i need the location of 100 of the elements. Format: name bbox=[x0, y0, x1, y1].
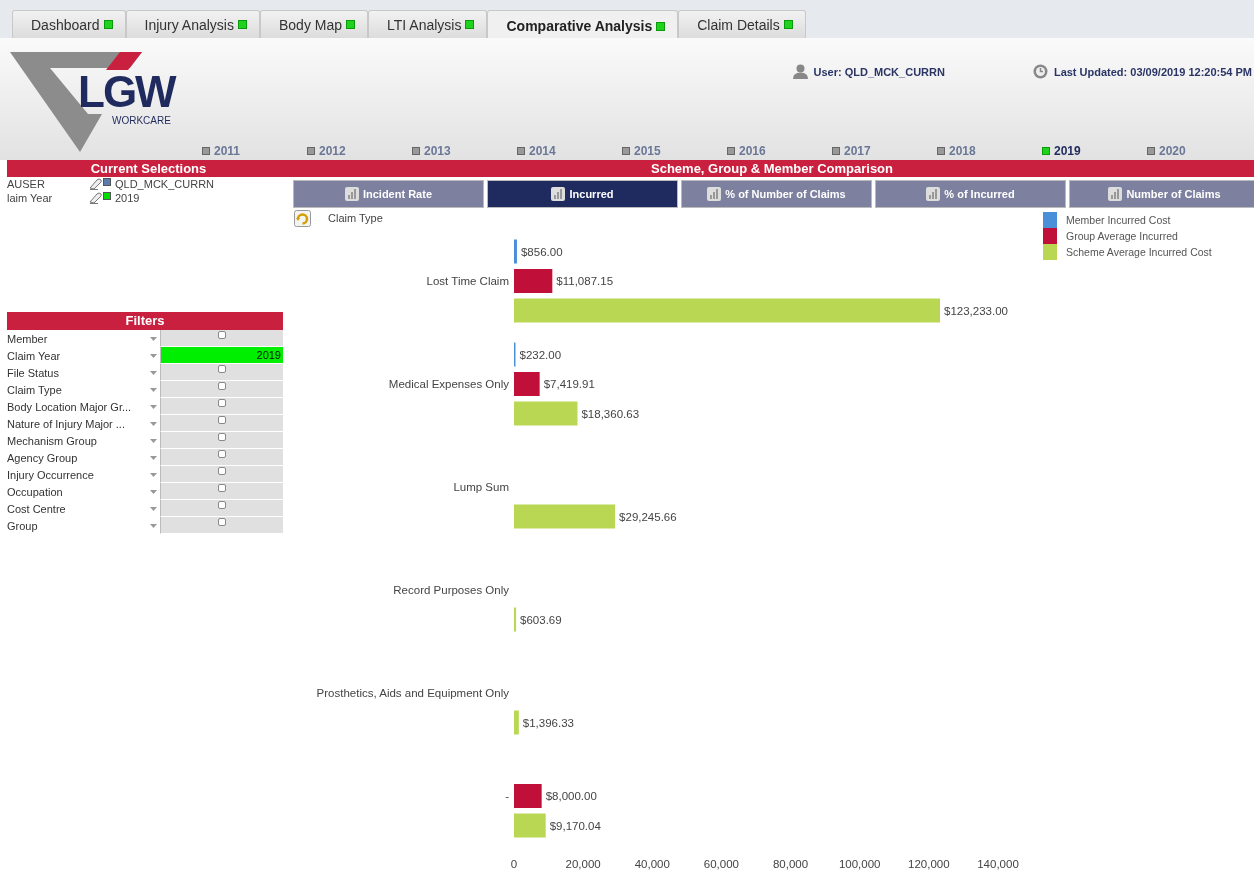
dropdown-arrow-icon[interactable] bbox=[150, 523, 157, 528]
sheet-tab[interactable]: Dashboard bbox=[12, 10, 126, 38]
dropdown-arrow-icon[interactable] bbox=[150, 370, 157, 375]
chart-tab[interactable]: % of Number of Claims bbox=[681, 180, 872, 208]
filter-value-field[interactable] bbox=[160, 330, 283, 347]
dropdown-arrow-icon[interactable] bbox=[150, 455, 157, 460]
bar-chart-icon bbox=[926, 187, 941, 201]
dropdown-arrow-icon[interactable] bbox=[150, 506, 157, 511]
filter-label: File Status bbox=[7, 366, 60, 379]
year-selector[interactable]: 2012 bbox=[307, 144, 412, 158]
filter-value-field[interactable] bbox=[160, 449, 283, 466]
checkbox-icon[interactable] bbox=[218, 399, 226, 407]
category-label: - bbox=[505, 790, 509, 802]
filter-label: Claim Year bbox=[7, 349, 62, 362]
sheet-tab[interactable]: Claim Details bbox=[678, 10, 806, 38]
year-selector[interactable]: 2015 bbox=[622, 144, 727, 158]
chart-tab[interactable]: Number of Claims bbox=[1069, 180, 1254, 208]
legend-label: Scheme Average Incurred Cost bbox=[1066, 246, 1212, 258]
year-selector[interactable]: 2011 bbox=[202, 144, 307, 158]
dropdown-arrow-icon[interactable] bbox=[150, 336, 157, 341]
value-label: $9,170.04 bbox=[549, 819, 601, 832]
panel-title: Scheme, Group & Member Comparison bbox=[290, 160, 1254, 177]
checkbox-icon[interactable] bbox=[218, 450, 226, 458]
bar-chart-icon bbox=[1108, 187, 1123, 201]
chart-tab[interactable]: % of Incurred bbox=[875, 180, 1066, 208]
value-label: $603.69 bbox=[520, 613, 562, 626]
filter-label: Group bbox=[7, 519, 39, 532]
axis-tick-label: 120,000 bbox=[908, 858, 950, 870]
last-updated-label: Last Updated: 03/09/2019 12:20:54 PM bbox=[1053, 65, 1252, 78]
filter-value-field[interactable] bbox=[160, 483, 283, 500]
cycle-icon[interactable] bbox=[294, 209, 311, 227]
year-selector[interactable]: 2013 bbox=[412, 144, 517, 158]
checkbox-icon[interactable] bbox=[218, 518, 226, 526]
sheet-tab[interactable]: Injury Analysis bbox=[125, 10, 260, 38]
year-selector[interactable]: 2017 bbox=[832, 144, 937, 158]
checkbox-icon[interactable] bbox=[218, 382, 226, 390]
axis-tick-label: 140,000 bbox=[977, 858, 1019, 870]
chart-tab[interactable]: Incident Rate bbox=[293, 180, 484, 208]
dropdown-arrow-icon[interactable] bbox=[150, 404, 157, 409]
filter-value-field[interactable] bbox=[160, 415, 283, 432]
dropdown-arrow-icon[interactable] bbox=[150, 353, 157, 358]
chart-tab[interactable]: Incurred bbox=[487, 180, 678, 208]
dropdown-arrow-icon[interactable] bbox=[150, 489, 157, 494]
filter-value-field[interactable] bbox=[160, 398, 283, 415]
axis-tick-label: 100,000 bbox=[838, 858, 881, 870]
checkbox-icon[interactable] bbox=[218, 484, 226, 492]
checkbox-icon[interactable] bbox=[218, 501, 226, 509]
value-label: $1,396.33 bbox=[522, 716, 574, 729]
checkbox-icon[interactable] bbox=[218, 433, 226, 441]
checkbox-icon[interactable] bbox=[218, 331, 226, 339]
filter-value-field[interactable] bbox=[160, 466, 283, 483]
sheet-tab[interactable]: Body Map bbox=[260, 10, 369, 38]
axis-title: Claim Type bbox=[328, 212, 383, 224]
user-icon bbox=[792, 64, 808, 79]
panel-title: Current Selections bbox=[7, 160, 290, 177]
filter-value-field[interactable] bbox=[160, 364, 283, 381]
value-label: $29,245.66 bbox=[619, 510, 677, 523]
value-label: $7,419.91 bbox=[543, 378, 595, 390]
filter-label: Mechanism Group bbox=[7, 434, 98, 447]
legend-label: Member Incurred Cost bbox=[1066, 214, 1171, 226]
filter-label: Cost Centre bbox=[7, 502, 67, 515]
eraser-icon[interactable] bbox=[89, 178, 103, 190]
checkbox-icon[interactable] bbox=[218, 365, 226, 373]
dropdown-arrow-icon[interactable] bbox=[150, 438, 157, 443]
year-selector[interactable]: 2016 bbox=[727, 144, 832, 158]
category-label: Lost Time Claim bbox=[426, 275, 509, 287]
bar-chart-icon bbox=[344, 187, 359, 201]
legend-label: Group Average Incurred bbox=[1066, 230, 1178, 242]
year-selector[interactable]: 2018 bbox=[937, 144, 1042, 158]
eraser-icon[interactable] bbox=[89, 192, 103, 204]
axis-tick-label: 40,000 bbox=[634, 858, 670, 870]
sheet-tab[interactable]: LTI Analysis bbox=[368, 10, 488, 38]
panel-title: Filters bbox=[7, 312, 283, 330]
filter-value-field[interactable]: 2019 bbox=[160, 347, 283, 364]
filter-label: Occupation bbox=[7, 485, 64, 498]
year-selector[interactable]: 2020 bbox=[1147, 144, 1252, 158]
value-label: $8,000.00 bbox=[545, 790, 597, 802]
selection-value: QLD_MCK_CURRN bbox=[115, 178, 215, 190]
dropdown-arrow-icon[interactable] bbox=[150, 387, 157, 392]
logo-tagline: WORKCARE bbox=[112, 115, 171, 126]
bar-chart-icon bbox=[551, 187, 566, 201]
value-label: $232.00 bbox=[519, 348, 562, 361]
checkbox-icon[interactable] bbox=[218, 467, 226, 475]
filter-value-field[interactable] bbox=[160, 517, 283, 534]
filter-value-field[interactable] bbox=[160, 500, 283, 517]
filter-label: Agency Group bbox=[7, 451, 79, 464]
filter-label: Member bbox=[7, 332, 49, 345]
filter-value-field[interactable] bbox=[160, 381, 283, 398]
dropdown-arrow-icon[interactable] bbox=[150, 472, 157, 477]
selection-value: 2019 bbox=[115, 192, 140, 204]
category-label: Medical Expenses Only bbox=[388, 378, 509, 390]
bar-chart-icon bbox=[707, 187, 722, 201]
category-label: Lump Sum bbox=[453, 481, 509, 493]
dropdown-arrow-icon[interactable] bbox=[150, 421, 157, 426]
value-label: $11,087.15 bbox=[556, 275, 614, 287]
filter-value-field[interactable] bbox=[160, 432, 283, 449]
year-selector[interactable]: 2019 bbox=[1042, 144, 1147, 158]
sheet-tab[interactable]: Comparative Analysis bbox=[487, 10, 679, 38]
checkbox-icon[interactable] bbox=[218, 416, 226, 424]
year-selector[interactable]: 2014 bbox=[517, 144, 622, 158]
